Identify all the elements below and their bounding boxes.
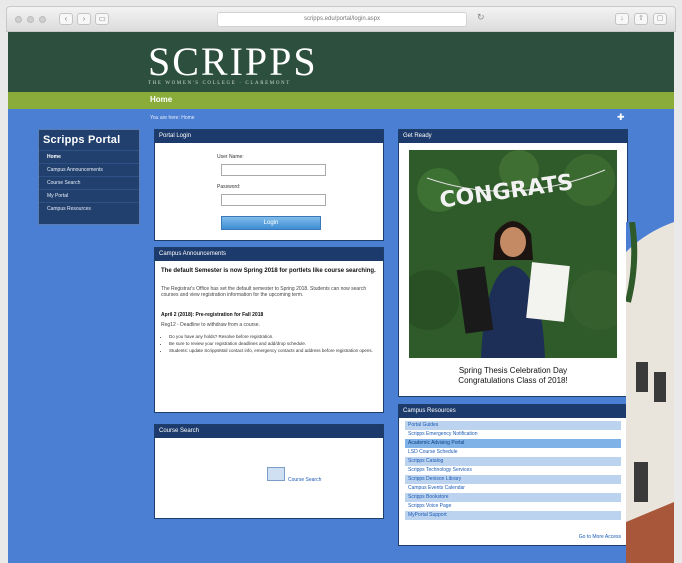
sidebar-item-announcements[interactable]: Campus Announcements: [39, 163, 139, 176]
resource-link[interactable]: Scripps Technology Services: [405, 466, 621, 475]
sidebar-item-home[interactable]: Home: [39, 150, 139, 163]
portal-sidebar: Scripps Portal Home Campus Announcements…: [38, 129, 140, 225]
window-controls[interactable]: [15, 16, 46, 23]
announcements-header: Campus Announcements: [155, 248, 383, 261]
login-button[interactable]: Login: [221, 216, 321, 230]
announcement-list: Do you have any holds? Resolve before re…: [169, 334, 381, 355]
sidebar-toggle-icon[interactable]: ▭: [95, 13, 109, 25]
login-panel-header: Portal Login: [155, 130, 383, 143]
resource-link[interactable]: Scripps Voice Page: [405, 502, 621, 511]
get-ready-panel: Get Ready CONGRATS Spring Thesis Celebra…: [398, 129, 628, 397]
nav-home-link[interactable]: Home: [150, 95, 172, 104]
sidebar-item-resources[interactable]: Campus Resources: [39, 202, 139, 215]
nav-buttons: ‹ › ▭: [59, 13, 109, 25]
site-banner: SCRIPPS THE WOMEN'S COLLEGE · CLAREMONT: [8, 32, 674, 92]
settings-icon[interactable]: ✚: [617, 112, 625, 123]
announcement-title: The default Semester is now Spring 2018 …: [161, 268, 376, 274]
sidebar-title: Scripps Portal: [43, 134, 121, 146]
resource-link[interactable]: Scripps Emergency Notification: [405, 430, 621, 439]
browser-tools: ↓ ⇧ ▢: [615, 13, 667, 25]
username-label: User Name:: [217, 154, 244, 160]
site-logo[interactable]: SCRIPPS: [148, 42, 318, 82]
tabs-icon[interactable]: ▢: [653, 13, 667, 25]
resource-link[interactable]: MyPortal Support: [405, 511, 621, 520]
sidebar-item-my-portal[interactable]: My Portal: [39, 189, 139, 202]
top-nav-bar: Home: [8, 92, 674, 109]
photo-caption-line-2: Congratulations Class of 2018!: [458, 376, 568, 385]
password-field[interactable]: [221, 194, 326, 206]
list-item: Students: update ScrippsMail contact inf…: [169, 348, 381, 353]
address-bar[interactable]: scripps.edu/portal/login.aspx: [217, 12, 467, 27]
resources-panel: Campus Resources Portal Guides Scripps E…: [398, 404, 628, 546]
sidebar-item-course-search[interactable]: Course Search: [39, 176, 139, 189]
list-item: Be sure to review your registration dead…: [169, 341, 381, 346]
list-item: Do you have any holds? Resolve before re…: [169, 334, 381, 339]
resource-link[interactable]: Portal Guides: [405, 421, 621, 430]
login-panel: Portal Login User Name: Password: Login: [154, 129, 384, 241]
announcement-subtitle: April 2 (2018): Pre-registration for Fal…: [161, 312, 264, 318]
site-logo-subtitle: THE WOMEN'S COLLEGE · CLAREMONT: [148, 81, 291, 86]
resource-link[interactable]: Scripps Catalog: [405, 457, 621, 466]
course-search-icon[interactable]: [267, 467, 285, 481]
announcements-panel: Campus Announcements The default Semeste…: [154, 247, 384, 413]
password-label: Password:: [217, 184, 241, 190]
share-icon[interactable]: ⇧: [634, 13, 648, 25]
breadcrumb: You are here: Home: [150, 115, 195, 121]
back-icon[interactable]: ‹: [59, 13, 73, 25]
web-page: SCRIPPS THE WOMEN'S COLLEGE · CLAREMONT …: [8, 32, 674, 563]
resources-more-link[interactable]: Go to More Access: [579, 534, 621, 540]
resources-header: Campus Resources: [399, 405, 627, 418]
graduate-illustration: CONGRATS: [409, 150, 617, 358]
announcement-body: The Registrar's Office has set the defau…: [161, 286, 367, 298]
announcement-body-2: Reg12 - Deadline to withdraw from a cour…: [161, 322, 260, 328]
graduate-photo: CONGRATS: [409, 150, 617, 358]
browser-toolbar: ‹ › ▭ scripps.edu/portal/login.aspx ↻ ↓ …: [6, 6, 676, 32]
resource-link[interactable]: LSD Course Schedule: [405, 448, 621, 457]
resource-link[interactable]: Scripps Bookstore: [405, 493, 621, 502]
reload-icon[interactable]: ↻: [477, 12, 485, 23]
resource-link[interactable]: Scripps Denison Library: [405, 475, 621, 484]
get-ready-header: Get Ready: [399, 130, 627, 143]
resource-link[interactable]: Academic Advising Portal: [405, 439, 621, 448]
course-search-link[interactable]: Course Search: [288, 477, 321, 483]
campus-building-image: [626, 222, 674, 563]
resources-list: Portal Guides Scripps Emergency Notifica…: [405, 421, 621, 520]
username-field[interactable]: [221, 164, 326, 176]
course-search-header: Course Search: [155, 425, 383, 438]
forward-icon[interactable]: ›: [77, 13, 91, 25]
photo-caption-line-1: Spring Thesis Celebration Day: [458, 366, 568, 375]
course-search-panel: Course Search Course Search: [154, 424, 384, 519]
download-icon[interactable]: ↓: [615, 13, 629, 25]
resource-link[interactable]: Campus Events Calendar: [405, 484, 621, 493]
